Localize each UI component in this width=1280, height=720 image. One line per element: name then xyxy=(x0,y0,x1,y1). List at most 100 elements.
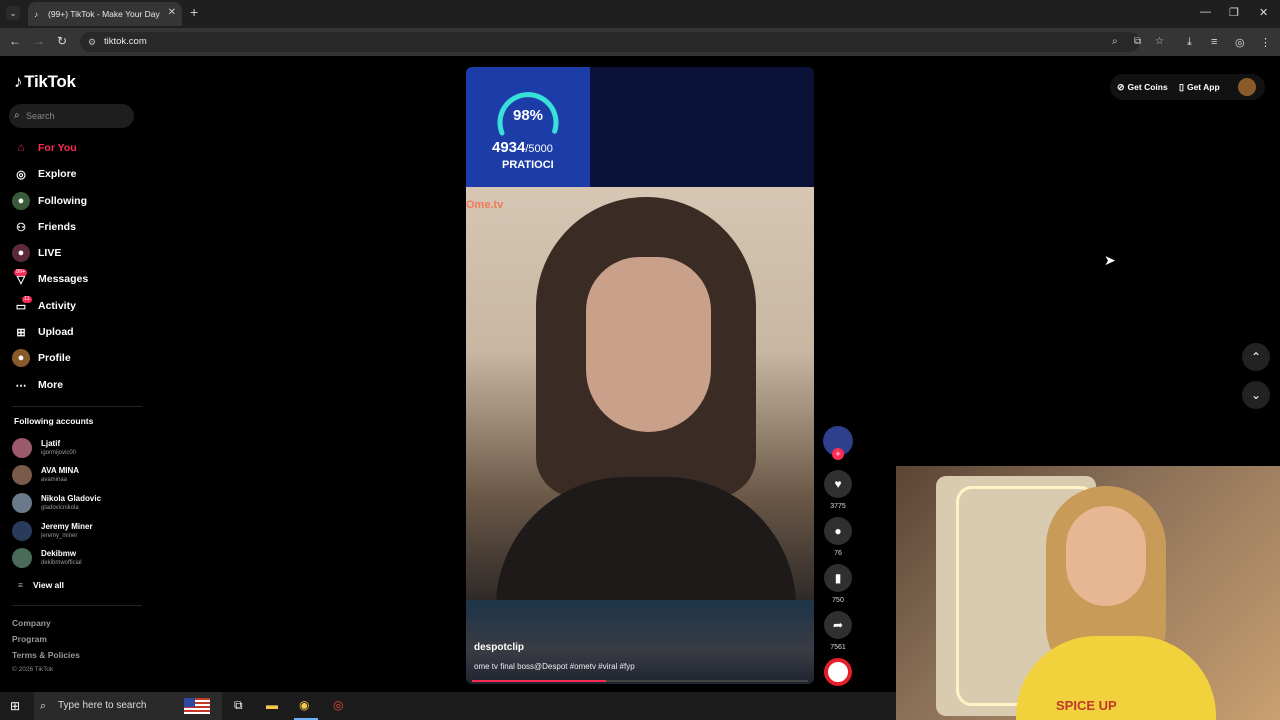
view-all-link[interactable]: ≡ View all xyxy=(18,580,64,590)
share-icon: ➦ xyxy=(832,618,844,632)
us-flag-icon[interactable] xyxy=(184,698,210,714)
tiktok-note-icon: ♪ xyxy=(14,72,23,91)
account-handle: avaminaa xyxy=(41,477,68,483)
file-explorer-icon[interactable]: ▬ xyxy=(266,698,278,712)
tiktok-logo[interactable]: ♪ TikTok xyxy=(14,72,76,92)
restore-icon[interactable]: ❐ xyxy=(1229,6,1239,19)
new-tab-button[interactable]: + xyxy=(190,4,198,20)
account-item[interactable]: Jeremy Miner jeremy_miner xyxy=(12,518,93,544)
video-caption-area: despotclip ome tv final boss@Despot #ome… xyxy=(466,600,814,684)
download-icon[interactable]: ⤓ xyxy=(1187,36,1192,49)
heart-icon: ♥ xyxy=(834,477,842,491)
activity-badge: 11 xyxy=(22,296,32,303)
nav-live[interactable]: ● LIVE xyxy=(12,243,61,263)
zoom-icon[interactable]: ⌕ xyxy=(1112,32,1118,52)
user-avatar[interactable] xyxy=(1238,78,1256,96)
follow-plus-icon[interactable]: + xyxy=(832,448,844,460)
minimize-icon[interactable]: — xyxy=(1200,6,1211,18)
account-handle: jeremy_miner xyxy=(41,533,78,539)
bookmark-star-icon[interactable]: ☆ xyxy=(1155,32,1164,52)
account-icon[interactable]: ◎ xyxy=(1235,36,1245,49)
search-input[interactable]: ⌕ Search xyxy=(9,104,134,128)
video-author[interactable]: despotclip xyxy=(474,642,524,653)
account-item[interactable]: Ljatif igormijovic00 xyxy=(12,435,76,461)
footer-link-company[interactable]: Company xyxy=(12,618,51,628)
friends-icon: ⚇ xyxy=(16,221,26,234)
task-view-icon[interactable]: ⧉ xyxy=(234,698,243,713)
video-progress-bar[interactable] xyxy=(472,680,808,682)
address-bar[interactable]: ⚙ tiktok.com ⌕ ⧉ ☆ xyxy=(80,32,1164,52)
account-handle: dekibmwofficial xyxy=(41,560,82,566)
nav-friends[interactable]: ⚇ Friends xyxy=(12,217,76,237)
footer-link-program[interactable]: Program xyxy=(12,634,47,644)
save-button[interactable]: ▮ xyxy=(824,564,852,592)
compass-icon: ◎ xyxy=(16,168,26,181)
upload-icon: ⊞ xyxy=(16,326,26,339)
account-name: Jeremy Miner xyxy=(41,522,93,531)
video-frame: Ome.tv xyxy=(466,187,814,607)
media-control-icon[interactable]: ≡ xyxy=(1211,36,1217,48)
video-player[interactable]: 98% 4934/5000 PRATIOCI Ome.tv despotclip… xyxy=(466,67,814,684)
nav-upload[interactable]: ⊞ Upload xyxy=(12,322,73,342)
get-app-button[interactable]: ▯ Get App xyxy=(1179,78,1220,96)
get-coins-button[interactable]: ⊘ Get Coins xyxy=(1117,78,1168,96)
view-all-label: View all xyxy=(32,580,64,590)
comment-count: 76 xyxy=(834,550,842,557)
nav-label: Activity xyxy=(38,300,76,312)
score-total: /5000 xyxy=(525,143,553,155)
video-top-frame xyxy=(590,67,814,187)
comment-icon: ● xyxy=(834,524,842,538)
nav-profile[interactable]: ● Profile xyxy=(12,348,71,368)
comment-button[interactable]: ● xyxy=(824,517,852,545)
nav-label: For You xyxy=(38,142,77,154)
nav-following[interactable]: ● Following xyxy=(12,191,87,211)
mouse-cursor-icon: ➤ xyxy=(1104,252,1116,268)
menu-kebab-icon[interactable]: ⋮ xyxy=(1260,36,1271,49)
browser-tab-strip: ⌄ ♪ (99+) TikTok - Make Your Day ✕ + — ❐… xyxy=(0,0,1280,28)
tab-search-icon[interactable]: ⌄ xyxy=(6,6,20,20)
nav-explore[interactable]: ◎ Explore xyxy=(12,164,76,184)
account-name: Nikola Gladovic xyxy=(41,494,102,503)
account-name: Ljatif xyxy=(41,439,61,448)
back-icon[interactable]: ← xyxy=(9,34,21,48)
video-description[interactable]: ome tv final boss@Despot #ometv #viral #… xyxy=(474,662,635,671)
browser-toolbar: ← → ↻ ⚙ tiktok.com ⌕ ⧉ ☆ ⤓ ≡ ◎ ⋮ xyxy=(0,28,1280,56)
tiktok-favicon-icon: ♪ xyxy=(34,10,38,19)
share-button[interactable]: ➦ xyxy=(824,611,852,639)
account-name: AVA MINA xyxy=(41,466,80,475)
install-app-icon[interactable]: ⧉ xyxy=(1134,32,1141,52)
person-body xyxy=(496,477,796,607)
streamer-face xyxy=(1066,506,1146,606)
shirt-text: SPICE UP xyxy=(1056,698,1117,713)
tab-close-icon[interactable]: ✕ xyxy=(168,7,176,18)
footer-link-terms[interactable]: Terms & Policies xyxy=(12,650,80,660)
account-item[interactable]: Nikola Gladovic gladovicnikola xyxy=(12,490,101,516)
close-window-icon[interactable]: ✕ xyxy=(1259,6,1268,19)
avatar xyxy=(12,465,32,485)
windows-start-icon[interactable]: ⊞ xyxy=(10,699,20,713)
next-video-button[interactable]: ⌄ xyxy=(1242,381,1270,409)
save-count: 750 xyxy=(832,597,844,604)
chevron-up-icon: ⌃ xyxy=(1250,350,1262,364)
reload-icon[interactable]: ↻ xyxy=(57,34,67,48)
nav-more[interactable]: ⋯ More xyxy=(12,375,64,395)
account-item[interactable]: AVA MINA avaminaa xyxy=(12,462,79,488)
browser-tab[interactable]: ♪ (99+) TikTok - Make Your Day ✕ xyxy=(28,2,182,26)
search-placeholder: Search xyxy=(26,111,55,121)
get-coins-label: Get Coins xyxy=(1127,82,1168,92)
like-button[interactable]: ♥ xyxy=(824,470,852,498)
obs-icon[interactable]: ◎ xyxy=(333,698,343,712)
account-name: Dekibmw xyxy=(41,549,77,558)
avatar xyxy=(12,438,32,458)
site-info-icon[interactable]: ⚙ xyxy=(88,32,96,52)
chrome-icon[interactable]: ◉ xyxy=(299,698,309,712)
nav-label: Messages xyxy=(38,273,89,285)
nav-label: LIVE xyxy=(38,247,62,259)
forward-icon[interactable]: → xyxy=(33,34,45,48)
account-item[interactable]: Dekibmw dekibmwofficial xyxy=(12,545,82,571)
music-disc-icon[interactable] xyxy=(824,658,852,686)
nav-for-you[interactable]: ⌂ For You xyxy=(12,138,77,158)
logo-text: TikTok xyxy=(24,72,76,91)
search-icon: ⌕ xyxy=(40,700,47,712)
previous-video-button[interactable]: ⌃ xyxy=(1242,343,1270,371)
